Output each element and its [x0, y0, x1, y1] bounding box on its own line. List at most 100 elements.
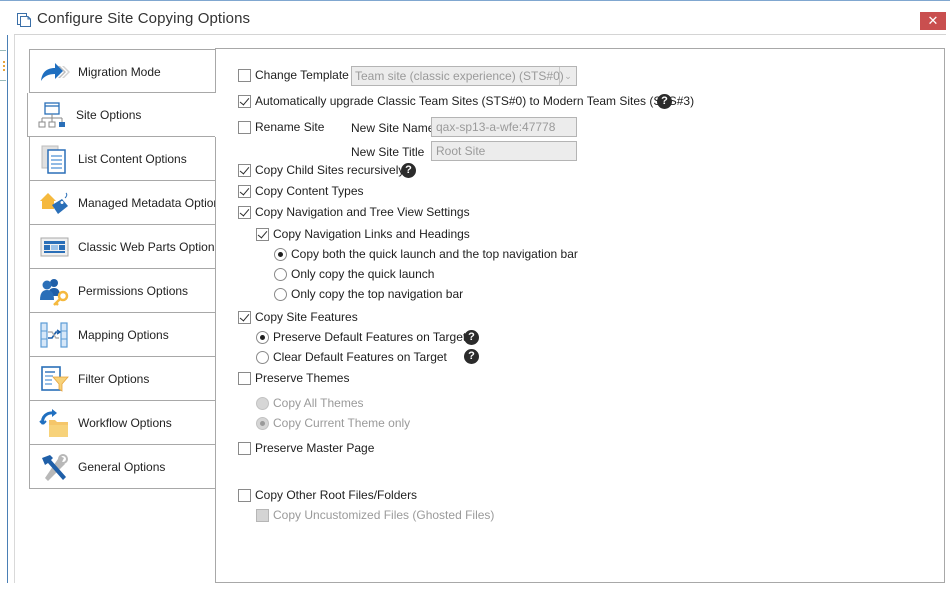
- nav-radio-both-row: Copy both the quick launch and the top n…: [274, 245, 578, 263]
- background-window-tick: [0, 80, 6, 81]
- preserve-master-page-checkbox[interactable]: [238, 441, 251, 455]
- copy-uncustomized-row: Copy Uncustomized Files (Ghosted Files): [256, 506, 494, 524]
- nav-item-list-content-options[interactable]: List Content Options: [29, 137, 216, 181]
- nav-radio-quick-launch[interactable]: [274, 267, 287, 281]
- copy-site-features-label: Copy Site Features: [255, 310, 358, 324]
- options-nav: Migration Mode Site Options List Content…: [27, 49, 226, 489]
- nav-item-permissions-options[interactable]: Permissions Options: [29, 269, 216, 313]
- nav-item-label: Site Options: [76, 108, 142, 122]
- nav-item-label: Migration Mode: [78, 65, 161, 79]
- preserve-themes-row: Preserve Themes: [238, 369, 349, 387]
- copy-content-types-label: Copy Content Types: [255, 184, 364, 198]
- nav-item-managed-metadata-options[interactable]: Managed Metadata Options: [29, 181, 226, 225]
- copy-child-sites-label: Copy Child Sites recursively: [255, 163, 405, 177]
- help-icon[interactable]: ?: [401, 163, 416, 178]
- change-template-label: Change Template: [255, 68, 349, 82]
- copy-navigation-label: Copy Navigation and Tree View Settings: [255, 205, 470, 219]
- document-filter-icon: [41, 366, 69, 392]
- preserve-themes-checkbox[interactable]: [238, 371, 251, 385]
- new-site-name-input[interactable]: qax-sp13-a-wfe:47778: [431, 117, 577, 137]
- features-radio-preserve-row: Preserve Default Features on Target: [256, 328, 466, 346]
- nav-radio-label: Only copy the quick launch: [291, 267, 435, 281]
- themes-radio-all-row: Copy All Themes: [256, 394, 364, 412]
- nav-radio-top-nav[interactable]: [274, 287, 287, 301]
- copy-navigation-checkbox[interactable]: [238, 205, 251, 219]
- copy-nav-links-row: Copy Navigation Links and Headings: [256, 225, 470, 243]
- active-tab-connector: [215, 93, 217, 137]
- chevron-down-icon[interactable]: ⌄: [559, 67, 576, 85]
- nav-item-filter-options[interactable]: Filter Options: [29, 357, 216, 401]
- nav-item-label: Workflow Options: [78, 416, 172, 430]
- background-window-edge: [7, 35, 8, 583]
- features-radio-clear[interactable]: [256, 350, 269, 364]
- list-document-icon: [41, 145, 66, 174]
- features-radio-label: Clear Default Features on Target: [273, 350, 447, 364]
- auto-upgrade-checkbox[interactable]: [238, 94, 251, 108]
- rename-site-row: Rename Site: [238, 118, 324, 136]
- features-radio-preserve[interactable]: [256, 330, 269, 344]
- copy-child-sites-checkbox[interactable]: [238, 163, 251, 177]
- nav-item-workflow-options[interactable]: Workflow Options: [29, 401, 216, 445]
- copy-child-sites-row: Copy Child Sites recursively: [238, 161, 404, 179]
- themes-radio-current-row: Copy Current Theme only: [256, 414, 410, 432]
- nav-radio-top-nav-row: Only copy the top navigation bar: [274, 285, 463, 303]
- nav-item-label: General Options: [78, 460, 166, 474]
- preserve-master-page-label: Preserve Master Page: [255, 441, 375, 455]
- preserve-master-page-row: Preserve Master Page: [238, 439, 374, 457]
- auto-upgrade-row: Automatically upgrade Classic Team Sites…: [238, 92, 694, 110]
- copy-root-files-row: Copy Other Root Files/Folders: [238, 486, 417, 504]
- preserve-themes-label: Preserve Themes: [255, 371, 350, 385]
- close-button[interactable]: ✕: [920, 12, 946, 30]
- help-icon[interactable]: ?: [464, 349, 479, 364]
- folder-refresh-icon: [39, 409, 68, 437]
- themes-radio-label: Copy Current Theme only: [273, 416, 411, 430]
- new-site-title-input[interactable]: Root Site: [431, 141, 577, 161]
- help-icon[interactable]: ?: [657, 94, 672, 109]
- nav-radio-label: Only copy the top navigation bar: [291, 287, 464, 301]
- nav-item-site-options[interactable]: Site Options: [27, 93, 216, 137]
- site-hierarchy-icon: [38, 102, 65, 128]
- copy-nav-links-checkbox[interactable]: [256, 227, 269, 241]
- background-window-marker: [3, 61, 6, 71]
- title-separator: [14, 34, 946, 35]
- copy-content-types-checkbox[interactable]: [238, 184, 251, 198]
- copy-root-files-label: Copy Other Root Files/Folders: [255, 488, 418, 502]
- nav-item-classic-web-parts-options[interactable]: Classic Web Parts Options: [29, 225, 221, 269]
- nav-item-label: List Content Options: [78, 152, 187, 166]
- nav-radio-label: Copy both the quick launch and the top n…: [291, 247, 578, 261]
- copy-site-features-checkbox[interactable]: [238, 310, 251, 324]
- themes-radio-label: Copy All Themes: [273, 396, 364, 410]
- copy-nav-links-label: Copy Navigation Links and Headings: [273, 227, 470, 241]
- house-tag-icon: [40, 192, 68, 214]
- new-site-name-label: New Site Name: [351, 121, 435, 135]
- copy-site-icon: [17, 13, 31, 27]
- nav-item-mapping-options[interactable]: Mapping Options: [29, 313, 216, 357]
- dialog-left-border: [14, 35, 15, 583]
- rename-site-checkbox[interactable]: [238, 120, 251, 134]
- web-parts-icon: [40, 237, 69, 257]
- copy-site-features-row: Copy Site Features: [238, 308, 358, 326]
- copy-uncustomized-label: Copy Uncustomized Files (Ghosted Files): [273, 508, 495, 522]
- copy-root-files-checkbox[interactable]: [238, 488, 251, 502]
- nav-item-label: Managed Metadata Options: [78, 196, 227, 210]
- background-window-tick: [0, 50, 6, 51]
- themes-radio-all[interactable]: [256, 396, 269, 410]
- template-select[interactable]: Team site (classic experience) (STS#0) ⌄: [351, 66, 577, 86]
- help-icon[interactable]: ?: [464, 330, 479, 345]
- copy-content-types-row: Copy Content Types: [238, 182, 364, 200]
- nav-item-label: Classic Web Parts Options: [78, 240, 221, 254]
- change-template-checkbox[interactable]: [238, 68, 251, 82]
- nav-item-general-options[interactable]: General Options: [29, 445, 216, 489]
- migration-arrow-icon: [41, 63, 70, 81]
- themes-radio-current[interactable]: [256, 416, 269, 430]
- hammer-wrench-icon: [42, 454, 68, 481]
- nav-item-label: Permissions Options: [78, 284, 189, 298]
- features-radio-label: Preserve Default Features on Target: [273, 330, 467, 344]
- users-key-icon: [40, 279, 69, 306]
- copy-navigation-row: Copy Navigation and Tree View Settings: [238, 203, 470, 221]
- copy-uncustomized-checkbox[interactable]: [256, 508, 269, 522]
- nav-radio-both[interactable]: [274, 247, 287, 261]
- nav-radio-quick-launch-row: Only copy the quick launch: [274, 265, 434, 283]
- nav-item-migration-mode[interactable]: Migration Mode: [29, 49, 216, 93]
- rename-site-label: Rename Site: [255, 120, 325, 134]
